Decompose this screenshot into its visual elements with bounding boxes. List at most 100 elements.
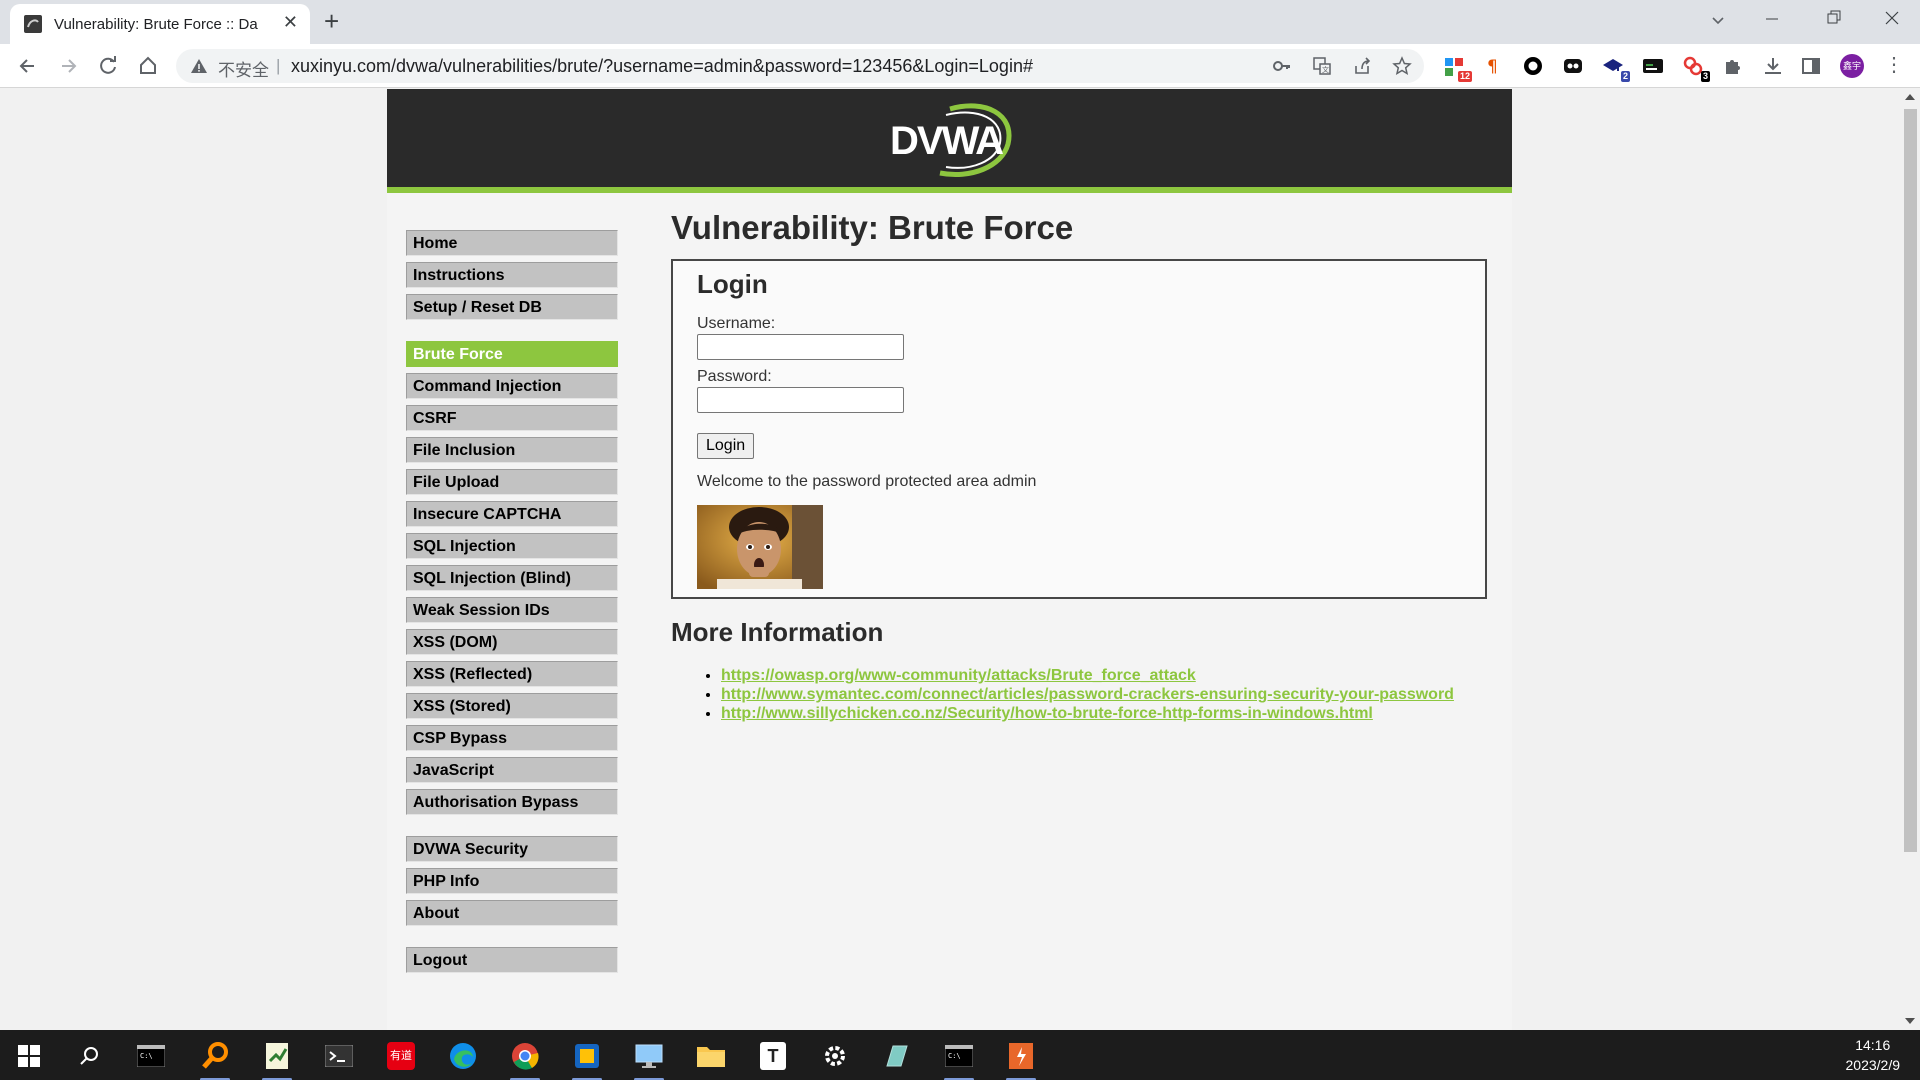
tab-search-chevron-icon[interactable]	[1708, 10, 1728, 30]
list-item: http://www.symantec.com/connect/articles…	[721, 685, 1491, 704]
taskbar-settings[interactable]	[816, 1037, 854, 1075]
taskbar-file-explorer[interactable]	[692, 1037, 730, 1075]
taskbar-app-blue[interactable]	[568, 1037, 606, 1080]
tab-close-icon[interactable]: ✕	[283, 12, 298, 33]
address-bar[interactable]: 不安全 | xuxinyu.com/dvwa/vulnerabilities/b…	[176, 49, 1424, 83]
windows-logo-icon	[18, 1045, 40, 1067]
menu-item-logout[interactable]: Logout	[406, 947, 618, 973]
not-secure-label[interactable]: 不安全	[218, 56, 269, 81]
system-clock[interactable]: 14:16 2023/2/9	[1846, 1035, 1901, 1075]
more-information-list: https://owasp.org/www-community/attacks/…	[671, 666, 1491, 723]
menu-item-weak-session-ids[interactable]: Weak Session IDs	[406, 597, 618, 623]
taskbar-typora[interactable]: T	[754, 1037, 792, 1075]
scrollbar-thumb[interactable]	[1904, 109, 1917, 852]
close-window-button[interactable]	[1874, 8, 1910, 36]
notepad-plus-icon	[266, 1043, 288, 1069]
menu-item-dvwa-security[interactable]: DVWA Security	[406, 836, 618, 862]
omnibox-separator: |	[276, 56, 281, 75]
dvwa-container: DVWA Home Instructions Setup / Reset DB Bru…	[387, 89, 1512, 1030]
clock-time: 14:16	[1855, 1037, 1891, 1053]
taskbar-burp[interactable]	[1002, 1037, 1040, 1080]
minimize-icon	[1766, 18, 1778, 20]
scroll-up-arrow-icon[interactable]	[1905, 94, 1915, 100]
menu-item-about[interactable]: About	[406, 900, 618, 926]
extension-5-icon[interactable]: 2	[1602, 55, 1630, 82]
sillychicken-link[interactable]: http://www.sillychicken.co.nz/Security/h…	[721, 705, 1373, 722]
browser-tab[interactable]: Vulnerability: Brute Force :: Da ✕	[10, 4, 310, 44]
menu-item-home[interactable]: Home	[406, 230, 618, 256]
taskbar-terminal-1[interactable]: C:\	[132, 1037, 170, 1075]
menu-item-file-inclusion[interactable]: File Inclusion	[406, 437, 618, 463]
extension-1-icon[interactable]: 12	[1444, 55, 1472, 82]
taskbar-notepad[interactable]	[258, 1037, 296, 1080]
menu-item-csp-bypass[interactable]: CSP Bypass	[406, 725, 618, 751]
extension-6-icon[interactable]	[1642, 55, 1664, 77]
home-icon[interactable]	[134, 52, 162, 80]
menu-item-setup-reset-db[interactable]: Setup / Reset DB	[406, 294, 618, 320]
svg-text:¶: ¶	[1487, 57, 1498, 77]
login-heading: Login	[697, 269, 768, 299]
translate-icon[interactable]: 文	[1312, 56, 1332, 76]
forward-arrow-icon[interactable]	[54, 52, 82, 80]
close-icon	[1885, 11, 1899, 25]
taskbar-app-glass[interactable]	[878, 1037, 916, 1075]
back-arrow-icon[interactable]	[14, 52, 42, 80]
side-menu: Home Instructions Setup / Reset DB Brute Fo…	[406, 230, 618, 994]
menu-item-php-info[interactable]: PHP Info	[406, 868, 618, 894]
minimize-button[interactable]	[1754, 8, 1790, 36]
menu-item-brute-force[interactable]: Brute Force	[406, 341, 618, 367]
download-icon[interactable]	[1762, 55, 1784, 77]
password-input[interactable]	[697, 387, 904, 413]
taskbar-chrome[interactable]	[506, 1037, 544, 1080]
menu-item-insecure-captcha[interactable]: Insecure CAPTCHA	[406, 501, 618, 527]
menu-item-sql-injection-blind[interactable]: SQL Injection (Blind)	[406, 565, 618, 591]
menu-item-file-upload[interactable]: File Upload	[406, 469, 618, 495]
start-button[interactable]	[10, 1037, 48, 1075]
taskbar-terminal-3[interactable]: C:\	[940, 1037, 978, 1080]
url-text[interactable]: xuxinyu.com/dvwa/vulnerabilities/brute/?…	[291, 56, 1033, 77]
menu-item-authorisation-bypass[interactable]: Authorisation Bypass	[406, 789, 618, 815]
owasp-link[interactable]: https://owasp.org/www-community/attacks/…	[721, 667, 1196, 684]
extension-1-badge: 12	[1457, 71, 1472, 82]
menu-item-xss-dom[interactable]: XSS (DOM)	[406, 629, 618, 655]
restore-button[interactable]	[1816, 8, 1852, 36]
menu-item-csrf[interactable]: CSRF	[406, 405, 618, 431]
share-icon[interactable]	[1352, 56, 1372, 76]
new-tab-button[interactable]: +	[324, 6, 339, 37]
key-icon[interactable]	[1272, 56, 1292, 76]
login-button[interactable]: Login	[697, 433, 755, 459]
symantec-link[interactable]: http://www.symantec.com/connect/articles…	[721, 686, 1454, 703]
menu-item-xss-stored[interactable]: XSS (Stored)	[406, 693, 618, 719]
menu-item-instructions[interactable]: Instructions	[406, 262, 618, 288]
side-panel-icon[interactable]	[1800, 55, 1822, 77]
browser-menu-icon[interactable]: ⋮	[1884, 54, 1904, 76]
typora-icon: T	[760, 1042, 786, 1070]
menu-item-command-injection[interactable]: Command Injection	[406, 373, 618, 399]
scroll-down-arrow-icon[interactable]	[1905, 1018, 1915, 1024]
bookmark-star-icon[interactable]	[1392, 56, 1412, 76]
username-label: Username:	[697, 315, 776, 332]
taskbar-edge[interactable]	[444, 1037, 482, 1075]
warning-triangle-icon[interactable]	[190, 57, 208, 75]
menu-item-sql-injection[interactable]: SQL Injection	[406, 533, 618, 559]
taskbar-youdao[interactable]: 有道	[382, 1037, 420, 1075]
extension-4-icon[interactable]	[1562, 55, 1584, 77]
reload-icon[interactable]	[94, 52, 122, 80]
taskbar-terminal-2[interactable]	[320, 1037, 358, 1075]
extension-7-icon[interactable]: 3	[1682, 55, 1710, 82]
extension-3-icon[interactable]	[1522, 55, 1544, 77]
clock-date: 2023/2/9	[1845, 1057, 1901, 1073]
edge-icon	[450, 1043, 476, 1069]
cmd-icon: C:\	[137, 1045, 165, 1067]
extension-2-icon[interactable]: ¶	[1484, 55, 1506, 77]
taskbar-search-button[interactable]	[70, 1037, 108, 1075]
menu-item-xss-reflected[interactable]: XSS (Reflected)	[406, 661, 618, 687]
menu-item-javascript[interactable]: JavaScript	[406, 757, 618, 783]
extensions-puzzle-icon[interactable]	[1722, 55, 1744, 77]
folder-icon	[697, 1047, 725, 1067]
taskbar-search-tool[interactable]	[196, 1037, 234, 1080]
taskbar-remote-desktop[interactable]	[630, 1037, 668, 1080]
username-input[interactable]	[697, 334, 904, 360]
profile-avatar[interactable]: 鑫宇	[1840, 54, 1864, 78]
vertical-scrollbar[interactable]	[1900, 89, 1920, 1030]
